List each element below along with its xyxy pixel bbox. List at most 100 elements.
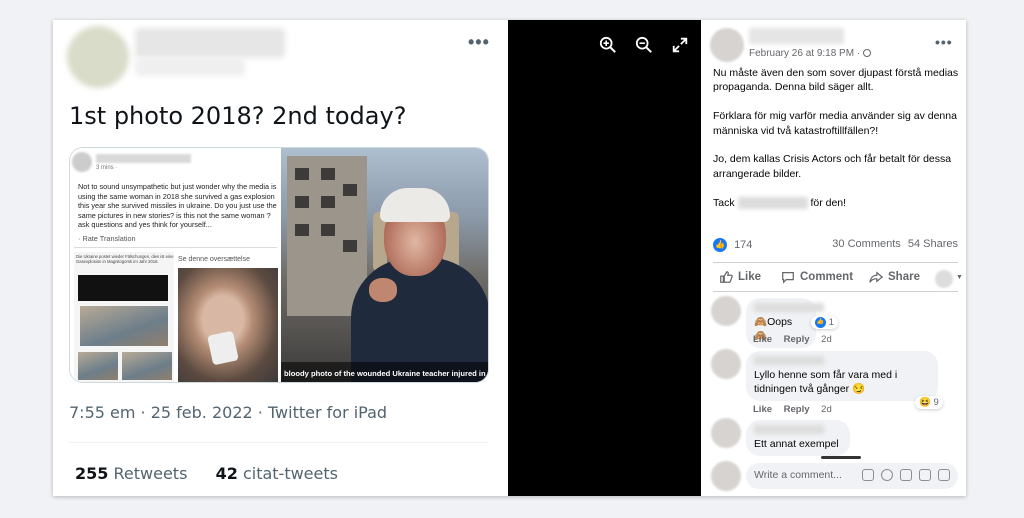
scrollbar[interactable] [821,456,861,459]
gif-icon[interactable] [919,469,931,481]
window [321,196,335,208]
window [295,196,309,208]
commenter-avatar[interactable] [711,418,741,448]
reaction-count-value: 9 [933,397,939,408]
comment-age[interactable]: 2d [821,404,832,415]
comment-text: Ett annat exempel [754,438,839,450]
post-actions: Like Comment Share [713,266,958,290]
avatar[interactable] [710,28,744,62]
tweet-text: 1st photo 2018? 2nd today? [69,102,407,130]
reaction-count[interactable]: 👍 1 [811,316,838,330]
retweets-count[interactable]: 255 [75,464,108,483]
bandage [380,188,450,222]
injured-woman-photo-small [178,268,278,382]
emoji-icon[interactable] [881,469,893,481]
reaction-count[interactable]: 😆 9 [915,396,943,409]
comment-age[interactable]: 2d [821,334,832,345]
author-name-redacted[interactable] [749,28,844,44]
camera-icon[interactable] [900,469,912,481]
comment-reply-button[interactable]: Reply [784,404,810,415]
like-reaction-icon: 👍 [815,317,826,328]
more-options-button[interactable]: ••• [468,32,490,53]
post-paragraph: Förklara för mig varför media använder s… [713,110,957,137]
window [343,240,357,252]
quote-tweets-label[interactable]: citat-tweets [243,464,338,483]
comment-bubble: Lyllo henne som får vara med i tidningen… [746,351,938,401]
rate-translation-link: · Rate Translation [78,234,136,243]
window [343,184,357,196]
avatar [72,152,92,172]
globe-icon [862,49,871,58]
window [295,168,309,180]
hand [369,278,397,302]
reaction-count-value: 1 [828,317,834,329]
share-icon [869,271,883,283]
haha-reaction-icon: 😆 [919,397,931,408]
author-name-redacted [96,154,191,163]
tweet-timestamp[interactable]: 7:55 em · 25 feb. 2022 · Twitter for iPa… [69,403,387,422]
comment-label: Comment [800,271,854,283]
comment-placeholder: Write a comment... [754,469,842,481]
post-stats: 👍 174 30 Comments 54 Shares [713,238,958,254]
like-reaction-icon[interactable]: 👍 [713,238,727,252]
share-button[interactable]: Share [869,270,920,284]
shares-count[interactable]: 54 Shares [908,238,958,250]
shared-post-text: Die Ukraine postet wieder Fälschungen, d… [76,254,174,264]
window [321,224,335,236]
thumbs-up-icon [720,271,733,283]
post-date[interactable]: February 26 at 9:18 PM · [749,48,863,59]
like-button[interactable]: Like [719,270,761,284]
window [295,224,309,236]
divider [69,442,489,443]
retweets-label[interactable]: Retweets [114,464,188,483]
screenshot-composite: ••• 1st photo 2018? 2nd today? 3 mins · … [53,20,966,496]
comments-count[interactable]: 30 Comments [832,238,900,250]
see-translation-link: Se denne oversættelse [178,256,250,263]
post-paragraph: Jo, dem kallas Crisis Actors och får bet… [713,153,952,180]
likes-count[interactable]: 174 [734,239,752,251]
post-timestamp[interactable]: February 26 at 9:18 PM · [749,48,871,59]
building-image [80,306,168,346]
comment-like-button[interactable]: Like [753,404,772,415]
commenter-avatar[interactable] [711,349,741,379]
user-avatar[interactable] [711,461,741,491]
comment-bubble: Ett annat exempel [746,420,850,456]
post-paragraph: Nu måste även den som sover djupast förs… [713,67,959,94]
comment-actions: Like Reply 2d [753,334,832,345]
injured-woman-photo: bloody photo of the wounded Ukraine teac… [281,148,488,382]
quote-tweets-count[interactable]: 42 [216,464,238,483]
comment-icon [782,272,794,284]
thanks-suffix: för den! [810,196,847,209]
facebook-post-screenshot: 3 mins · Not to sound unsympathetic but … [70,148,281,382]
post-text: Not to sound unsympathetic but just wond… [78,182,277,229]
commenter-name-redacted[interactable] [754,356,824,365]
chevron-down-icon[interactable]: ▼ [956,274,963,281]
comment-like-button[interactable]: Like [753,334,772,345]
tagged-name-redacted [737,196,808,209]
comment-tools [862,469,950,481]
commenter-avatar[interactable] [711,296,741,326]
window [321,168,335,180]
expand-icon[interactable] [671,36,689,54]
tweet-card: ••• 1st photo 2018? 2nd today? 3 mins · … [53,20,508,496]
comment-button[interactable]: Comment [781,270,853,284]
author-name-redacted [135,28,285,58]
facebook-post-panel: February 26 at 9:18 PM · ••• Nu måste äv… [701,20,966,496]
avatar[interactable] [67,26,129,88]
zoom-out-icon[interactable] [635,36,653,54]
audience-avatar[interactable] [935,270,953,288]
tweet-media[interactable]: 3 mins · Not to sound unsympathetic but … [69,147,489,383]
post-paragraph: Tack för den! [713,196,961,210]
more-options-button[interactable]: ••• [935,34,953,50]
zoom-in-icon[interactable] [599,36,617,54]
comment-reply-button[interactable]: Reply [784,334,810,345]
commenter-name-redacted[interactable] [754,303,824,312]
comment-input[interactable]: Write a comment... [746,463,958,489]
author-handle-redacted [135,58,245,76]
commenter-name-redacted[interactable] [754,425,824,434]
tweet-stats: 255 Retweets 42 citat-tweets [75,464,338,483]
shared-post-thumbnail: Die Ukraine postet wieder Fälschungen, d… [74,252,174,382]
photo-caption: bloody photo of the wounded Ukraine teac… [281,362,488,382]
sticker-icon[interactable] [938,469,950,481]
avatar-sticker-icon[interactable] [862,469,874,481]
